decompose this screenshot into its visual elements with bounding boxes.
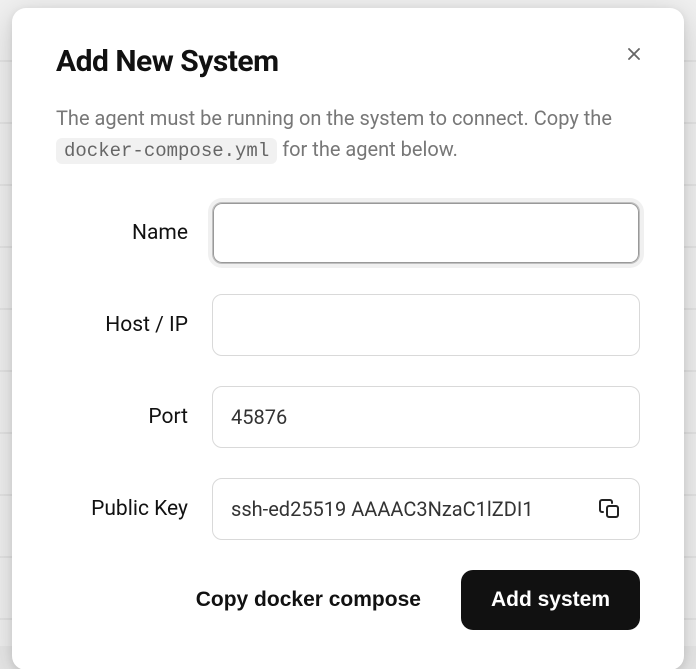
modal-description: The agent must be running on the system … bbox=[56, 103, 640, 166]
form-row-public-key: Public Key ssh-ed25519 AAAAC3NzaC1lZDI1 bbox=[56, 478, 640, 540]
modal-actions: Copy docker compose Add system bbox=[56, 570, 640, 630]
copy-icon bbox=[598, 497, 622, 521]
close-icon bbox=[624, 44, 644, 64]
desc-text-before: The agent must be running on the system … bbox=[56, 106, 612, 130]
label-public-key: Public Key bbox=[56, 497, 212, 521]
label-host: Host / IP bbox=[56, 313, 212, 337]
port-input[interactable] bbox=[212, 386, 640, 448]
add-system-button[interactable]: Add system bbox=[461, 570, 640, 630]
public-key-display[interactable]: ssh-ed25519 AAAAC3NzaC1lZDI1 bbox=[212, 478, 640, 540]
add-system-form: Name Host / IP Port Public Key ssh-ed255… bbox=[56, 202, 640, 540]
close-button[interactable] bbox=[620, 40, 648, 68]
modal-header: Add New System bbox=[56, 44, 640, 79]
label-name: Name bbox=[56, 221, 212, 245]
form-row-host: Host / IP bbox=[56, 294, 640, 356]
desc-code-filename: docker-compose.yml bbox=[56, 138, 277, 164]
form-row-name: Name bbox=[56, 202, 640, 264]
copy-public-key-button[interactable] bbox=[594, 493, 626, 525]
label-port: Port bbox=[56, 405, 212, 429]
modal-title: Add New System bbox=[56, 44, 279, 79]
add-system-modal: Add New System The agent must be running… bbox=[12, 8, 684, 669]
desc-text-after: for the agent below. bbox=[277, 137, 458, 161]
copy-docker-compose-button[interactable]: Copy docker compose bbox=[188, 576, 429, 624]
form-row-port: Port bbox=[56, 386, 640, 448]
name-input[interactable] bbox=[212, 202, 640, 264]
host-input[interactable] bbox=[212, 294, 640, 356]
